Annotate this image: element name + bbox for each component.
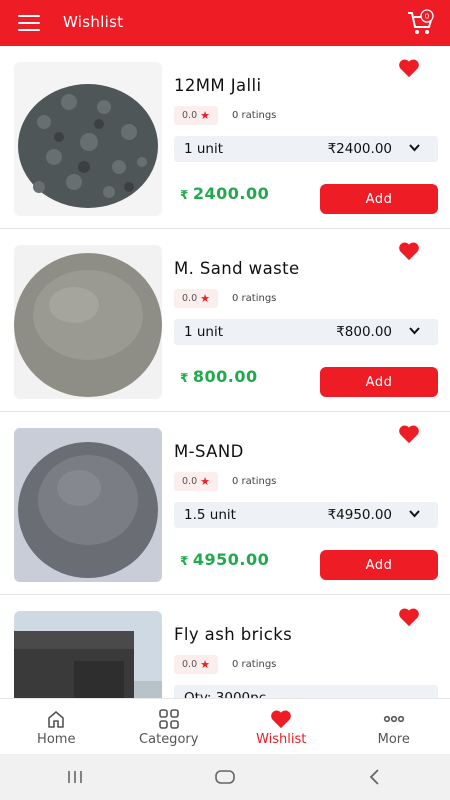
product-image[interactable] — [14, 62, 162, 216]
add-button[interactable]: Add — [320, 184, 438, 214]
nav-label: More — [377, 732, 410, 747]
wishlist-card: Fly ash bricks 0.0 ★ 0 ratings Qty: 3000p… — [0, 595, 450, 698]
chevron-down-icon — [409, 327, 420, 335]
system-nav-bar — [0, 754, 450, 800]
currency-symbol: ₹ — [180, 188, 189, 202]
heart-icon[interactable] — [398, 58, 420, 78]
unit-price: ₹800.00 — [336, 324, 392, 340]
unit-label: 1.5 unit — [184, 507, 236, 523]
wishlist-card: 12MM Jalli 0.0 ★ 0 ratings 1 unit ₹2400.0… — [0, 46, 450, 229]
cart-count-badge: 0 — [425, 13, 429, 21]
rating-value: 0.0 — [182, 293, 198, 304]
heart-icon[interactable] — [398, 241, 420, 261]
product-image[interactable] — [14, 611, 162, 698]
unit-price: ₹4950.00 — [327, 507, 392, 523]
heart-icon[interactable] — [398, 607, 420, 627]
product-name: Fly ash bricks — [174, 625, 293, 644]
unit-dropdown[interactable]: 1 unit ₹2400.00 — [174, 136, 438, 162]
nav-wishlist[interactable]: Wishlist — [225, 699, 338, 754]
unit-label: 1 unit — [184, 141, 224, 157]
add-button[interactable]: Add — [320, 550, 438, 580]
product-price: ₹2400.00 — [180, 184, 269, 203]
product-price: ₹4950.00 — [180, 550, 269, 569]
add-button[interactable]: Add — [320, 367, 438, 397]
page-title: Wishlist — [63, 13, 124, 31]
nav-label: Category — [139, 732, 199, 747]
price-value: 800.00 — [192, 367, 258, 386]
heart-icon[interactable] — [398, 424, 420, 444]
rating-value: 0.0 — [182, 659, 198, 670]
rating-count: 0 ratings — [232, 659, 277, 670]
product-name: M-SAND — [174, 442, 244, 461]
app-bar: Wishlist 0 — [0, 0, 450, 46]
star-icon: ★ — [200, 658, 210, 671]
rating-value: 0.0 — [182, 476, 198, 487]
price-value: 4950.00 — [192, 550, 270, 569]
rating-count: 0 ratings — [232, 476, 277, 487]
price-value: 2400.00 — [192, 184, 270, 203]
home-icon — [48, 711, 65, 728]
heart-icon — [271, 710, 292, 729]
product-name: M. Sand waste — [174, 259, 300, 278]
nav-category[interactable]: Category — [113, 699, 226, 754]
more-icon — [383, 715, 404, 723]
menu-icon[interactable] — [18, 15, 40, 31]
star-icon: ★ — [200, 109, 210, 122]
star-icon: ★ — [200, 292, 210, 305]
unit-label: Qty: 3000pc — [184, 690, 267, 698]
home-button-icon[interactable] — [205, 767, 245, 787]
wishlist-card: M-SAND 0.0 ★ 0 ratings 1.5 unit ₹4950.00 … — [0, 412, 450, 595]
rating-badge: 0.0 ★ — [174, 289, 218, 308]
unit-label: 1 unit — [184, 324, 224, 340]
wishlist-list[interactable]: 12MM Jalli 0.0 ★ 0 ratings 1 unit ₹2400.0… — [0, 46, 450, 698]
product-price: ₹800.00 — [180, 367, 258, 386]
unit-price: ₹2400.00 — [327, 141, 392, 157]
currency-symbol: ₹ — [180, 371, 189, 385]
product-image[interactable] — [14, 245, 162, 399]
cart-icon[interactable]: 0 — [406, 9, 436, 37]
product-name: 12MM Jalli — [174, 76, 262, 95]
nav-more[interactable]: More — [338, 699, 450, 754]
bottom-nav: Home Category Wishlist More — [0, 698, 450, 754]
rating-badge: 0.0 ★ — [174, 472, 218, 491]
star-icon: ★ — [200, 475, 210, 488]
rating-badge: 0.0 ★ — [174, 655, 218, 674]
back-icon[interactable] — [355, 767, 395, 787]
wishlist-card: M. Sand waste 0.0 ★ 0 ratings 1 unit ₹800… — [0, 229, 450, 412]
chevron-down-icon — [409, 144, 420, 152]
recent-apps-icon[interactable] — [55, 767, 95, 787]
rating-value: 0.0 — [182, 110, 198, 121]
nav-label: Wishlist — [256, 732, 307, 747]
rating-count: 0 ratings — [232, 110, 277, 121]
rating-badge: 0.0 ★ — [174, 106, 218, 125]
nav-label: Home — [37, 732, 76, 747]
unit-dropdown[interactable]: Qty: 3000pc — [174, 685, 438, 698]
currency-symbol: ₹ — [180, 554, 189, 568]
unit-dropdown[interactable]: 1.5 unit ₹4950.00 — [174, 502, 438, 528]
chevron-down-icon — [409, 510, 420, 518]
grid-icon — [158, 709, 179, 729]
unit-dropdown[interactable]: 1 unit ₹800.00 — [174, 319, 438, 345]
rating-count: 0 ratings — [232, 293, 277, 304]
nav-home[interactable]: Home — [0, 699, 113, 754]
product-image[interactable] — [14, 428, 162, 582]
